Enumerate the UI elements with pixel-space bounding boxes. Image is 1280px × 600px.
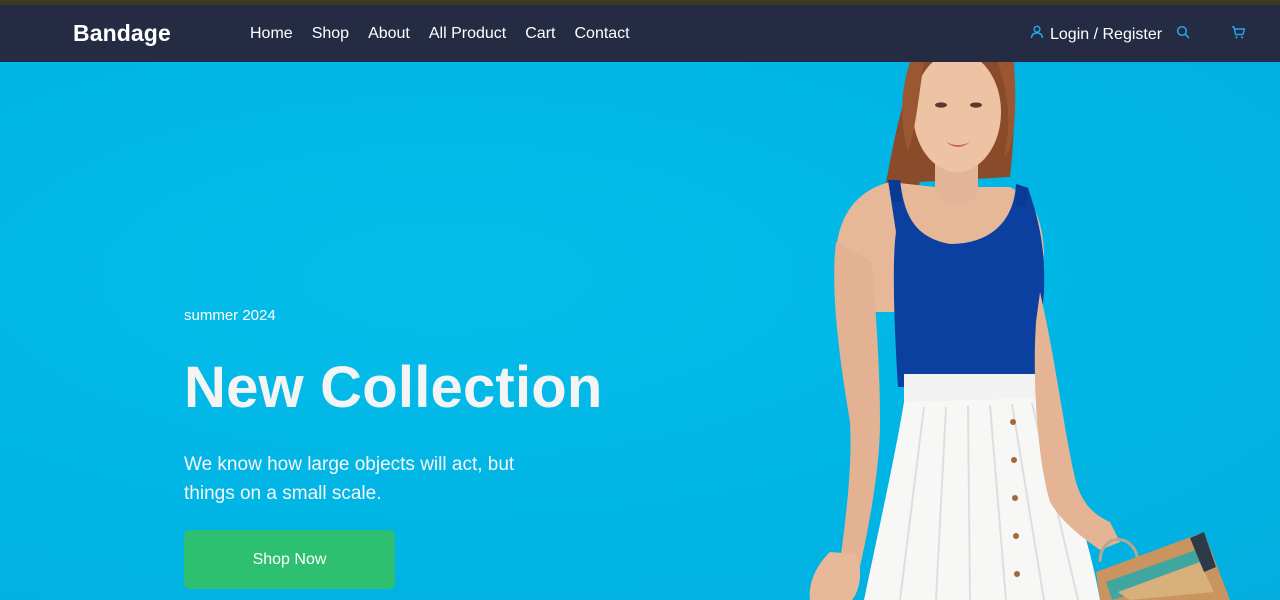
hero-season-label: summer 2024 <box>184 307 276 324</box>
nav-link-contact[interactable]: Contact <box>574 25 629 43</box>
nav-link-about[interactable]: About <box>368 25 410 43</box>
nav-link-all-product[interactable]: All Product <box>429 25 506 43</box>
nav-link-home[interactable]: Home <box>250 25 293 43</box>
login-register-link[interactable]: Login / Register <box>1030 25 1162 44</box>
hero-banner: summer 2024 New Collection We know how l… <box>0 62 1280 600</box>
hero-description: We know how large objects will act, but … <box>184 454 515 504</box>
shop-now-button[interactable]: Shop Now <box>184 530 395 589</box>
brand-logo[interactable]: Bandage <box>73 20 171 47</box>
login-register-label: Login / Register <box>1050 25 1163 43</box>
nav-link-shop[interactable]: Shop <box>312 25 349 43</box>
hero-model-image <box>809 62 1230 600</box>
hero-title: New Collection <box>184 355 603 420</box>
cart-icon[interactable] <box>1231 25 1246 45</box>
navbar: Bandage Home Shop About All Product Cart… <box>0 5 1280 62</box>
user-icon <box>1030 25 1044 44</box>
search-icon[interactable] <box>1176 25 1191 45</box>
nav-link-cart[interactable]: Cart <box>525 25 555 43</box>
main-nav: Home Shop About All Product Cart Contact <box>250 25 649 43</box>
